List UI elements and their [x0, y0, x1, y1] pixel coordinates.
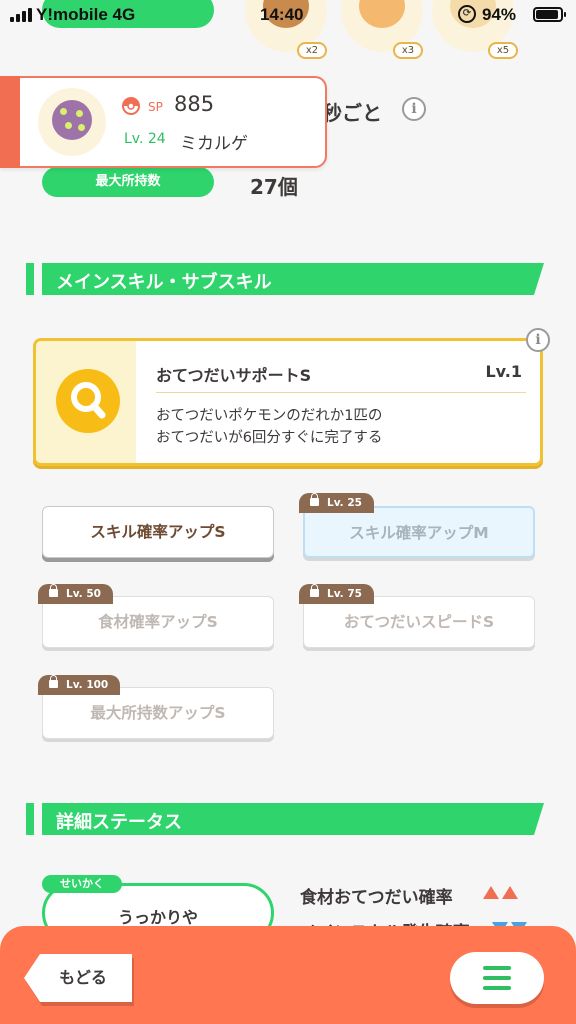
- pokeball-icon: [122, 97, 140, 115]
- stat-label: 食材おてつだい確率: [300, 888, 453, 908]
- lock-level-tag: Lv. 25: [299, 493, 374, 513]
- sp-label: SP: [148, 100, 163, 114]
- status-bar: Y!mobile 4G 14:40 ⟳ 94%: [0, 0, 576, 32]
- lock-level-tag: Lv. 75: [299, 584, 374, 604]
- main-skill-card[interactable]: おてつだいサポートS Lv.1 おてつだいポケモンのだれか1匹の おてつだいが6…: [33, 338, 543, 466]
- sub-skill-button[interactable]: スキル確率アップS: [42, 506, 274, 558]
- lock-level-tag: Lv. 50: [38, 584, 113, 604]
- menu-button[interactable]: [450, 952, 544, 1004]
- rotation-lock-icon: ⟳: [458, 5, 476, 23]
- sp-value: 885: [174, 92, 215, 116]
- lock-icon: [310, 584, 319, 597]
- main-skill-level: Lv.1: [485, 362, 522, 381]
- main-skill-description: おてつだいポケモンのだれか1匹の おてつだいが6回分すぐに完了する: [156, 408, 383, 446]
- signal-icon: [10, 8, 32, 22]
- lock-level-tag: Lv. 100: [38, 675, 121, 695]
- lock-icon: [310, 493, 319, 506]
- clock: 14:40: [260, 5, 304, 24]
- magnifier-icon: [56, 369, 120, 433]
- max-carry-label: 最大所持数: [42, 167, 214, 197]
- hamburger-icon: [483, 966, 511, 970]
- pokemon-avatar: [52, 100, 92, 140]
- info-icon[interactable]: i: [402, 97, 426, 121]
- arrow-up-icon: [483, 886, 499, 899]
- pokemon-sp-card[interactable]: [0, 76, 327, 168]
- details-section-header: 詳細ステータス: [26, 803, 544, 835]
- divider: [156, 392, 526, 393]
- help-interval-text: 秒ごと: [322, 101, 382, 125]
- main-skill-name: おてつだいサポートS: [156, 366, 312, 385]
- arrow-up-icon: [502, 886, 518, 899]
- pokemon-level: Lv. 24: [124, 131, 166, 147]
- back-button[interactable]: もどる: [24, 954, 132, 1002]
- nature-tag: せいかく: [42, 875, 122, 893]
- max-carry-value: 27個: [250, 175, 298, 199]
- battery-percent: 94%: [482, 5, 517, 24]
- multiplier-badge: x2: [297, 42, 327, 59]
- lock-icon: [49, 675, 58, 688]
- carrier-label: Y!mobile 4G: [36, 5, 136, 24]
- skills-section-header: メインスキル・サブスキル: [26, 263, 544, 295]
- card-stripe: [0, 76, 20, 168]
- skill-icon-pane: [36, 341, 136, 463]
- battery-icon: [533, 7, 566, 22]
- pokemon-name: ミカルゲ: [180, 134, 248, 154]
- multiplier-badge: x3: [393, 42, 423, 59]
- section-title: 詳細ステータス: [56, 812, 182, 833]
- lock-icon: [49, 584, 58, 597]
- multiplier-badge: x5: [488, 42, 518, 59]
- skill-info-icon[interactable]: i: [526, 328, 550, 352]
- section-title: メインスキル・サブスキル: [56, 272, 272, 293]
- sub-skill-button[interactable]: スキル確率アップM: [303, 506, 535, 558]
